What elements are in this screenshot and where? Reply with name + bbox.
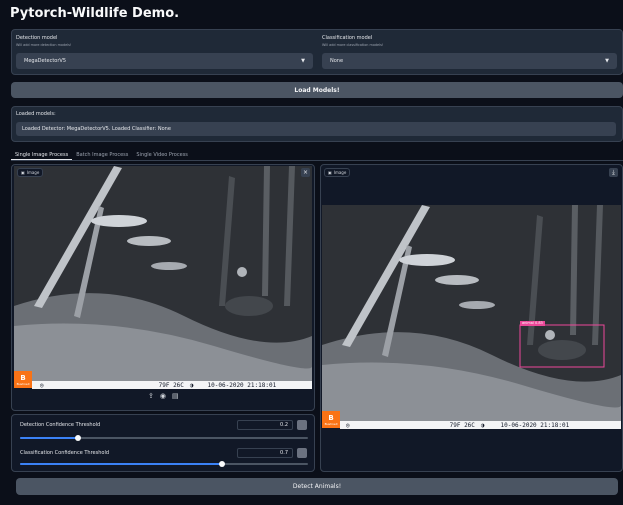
input-image-chip: ▣ Image bbox=[17, 168, 44, 177]
tab-single-video[interactable]: Single Video Process bbox=[132, 150, 192, 160]
detection-box-label: animal 0.83 bbox=[520, 321, 545, 326]
tab-batch-image[interactable]: Batch Image Process bbox=[72, 150, 132, 160]
detection-threshold-value[interactable]: 0.2 bbox=[237, 420, 293, 430]
classification-slider-thumb[interactable] bbox=[219, 461, 225, 467]
moon-icon: ◑ bbox=[189, 381, 194, 389]
classification-model-value: None bbox=[330, 58, 344, 64]
sun-icon: ◎ bbox=[40, 381, 44, 389]
download-icon[interactable]: ⤓ bbox=[609, 168, 618, 177]
output-photo bbox=[322, 205, 621, 427]
night-forest-scene bbox=[14, 166, 312, 388]
detection-model-hint: Will add more detection models! bbox=[16, 43, 72, 47]
output-temp: 79F 26C bbox=[449, 421, 475, 429]
tab-bar: Single Image Process Batch Image Process… bbox=[11, 150, 623, 161]
caret-down-icon: ▼ bbox=[605, 58, 609, 64]
loaded-models-textbox[interactable]: Loaded Detector: MegaDetectorV5. Loaded … bbox=[16, 122, 616, 136]
detection-model-dropdown[interactable]: MegaDetectorV5 ▼ bbox=[16, 53, 313, 69]
clipboard-icon[interactable]: ▤ bbox=[172, 392, 179, 404]
upload-icon[interactable]: ⇪ bbox=[148, 392, 154, 404]
input-temp: 79F 26C bbox=[158, 381, 184, 389]
load-models-button[interactable]: Load Models! bbox=[11, 82, 623, 98]
input-toolbar: ⇪ ◉ ▤ bbox=[148, 392, 188, 404]
reset-icon[interactable] bbox=[297, 448, 307, 458]
input-datetime: 10-06-2020 21:18:01 bbox=[207, 381, 277, 389]
detection-slider-fill bbox=[20, 437, 78, 439]
output-image-chip: ▣ Image bbox=[324, 168, 351, 177]
detection-threshold-label: Detection Confidence Threshold bbox=[20, 422, 101, 428]
input-info-strip: ◎ 79F 26C ◑ 10-06-2020 21:18:01 bbox=[32, 381, 312, 389]
night-forest-scene-detected bbox=[322, 205, 621, 427]
classification-slider-fill bbox=[20, 463, 222, 465]
detection-model-value: MegaDetectorV5 bbox=[24, 58, 67, 64]
classification-model-dropdown[interactable]: None ▼ bbox=[322, 53, 617, 69]
brand-logo: B Bushnell bbox=[322, 411, 340, 428]
output-info-strip: ◎ 79F 26C ◑ 10-06-2020 21:18:01 bbox=[340, 421, 621, 429]
caret-down-icon: ▼ bbox=[301, 58, 305, 64]
moon-icon: ◑ bbox=[480, 421, 485, 429]
brand-logo-text: Bushnell bbox=[324, 421, 338, 426]
detect-animals-button[interactable]: Detect Animals! bbox=[16, 478, 618, 495]
image-icon: ▣ bbox=[21, 170, 25, 175]
detection-slider-thumb[interactable] bbox=[75, 435, 81, 441]
output-datetime: 10-06-2020 21:18:01 bbox=[500, 421, 570, 429]
loaded-models-label: Loaded models: bbox=[16, 111, 56, 117]
detection-model-label: Detection model bbox=[16, 35, 58, 41]
tab-single-image[interactable]: Single Image Process bbox=[11, 150, 73, 160]
app-title: Pytorch-Wildlife Demo. bbox=[10, 6, 180, 21]
input-image-chip-label: Image bbox=[26, 170, 40, 175]
reset-icon[interactable] bbox=[297, 420, 307, 430]
input-photo bbox=[14, 166, 312, 388]
classification-threshold-value[interactable]: 0.7 bbox=[237, 448, 293, 458]
image-icon: ▣ bbox=[328, 170, 332, 175]
sun-icon: ◎ bbox=[346, 421, 350, 429]
classification-slider[interactable] bbox=[20, 461, 308, 467]
classification-model-label: Classification model bbox=[322, 35, 373, 41]
close-icon[interactable]: × bbox=[301, 168, 310, 177]
detection-slider[interactable] bbox=[20, 435, 308, 441]
classification-model-hint: Will add more classification models! bbox=[322, 43, 384, 47]
brand-logo: B Bushnell bbox=[14, 371, 32, 388]
brand-logo-text: Bushnell bbox=[16, 381, 30, 386]
webcam-icon[interactable]: ◉ bbox=[160, 392, 166, 404]
loaded-models-text: Loaded Detector: MegaDetectorV5. Loaded … bbox=[22, 126, 171, 132]
classification-threshold-label: Classification Confidence Threshold bbox=[20, 450, 110, 456]
output-image-chip-label: Image bbox=[333, 170, 347, 175]
